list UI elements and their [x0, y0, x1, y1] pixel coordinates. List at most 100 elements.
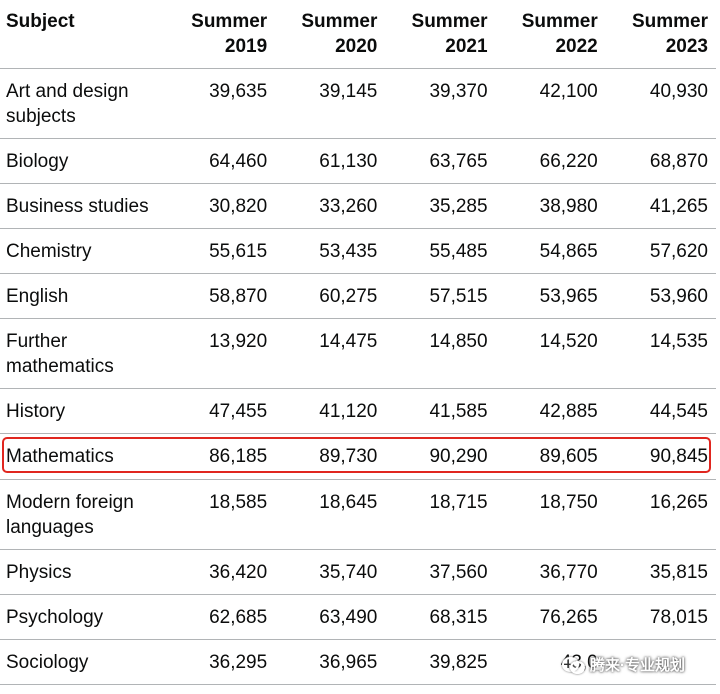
value-cell: 66,220	[495, 138, 606, 184]
header-label: Summer	[301, 11, 378, 32]
value-cell: 41,265	[605, 183, 716, 229]
table-row: Physics 36,420 35,740 37,560 36,770 35,8…	[0, 549, 716, 595]
value-cell: 39,635	[165, 68, 276, 139]
value-cell: 60,275	[275, 273, 386, 319]
header-label: Summer	[631, 11, 708, 32]
value-cell: 36,420	[165, 549, 276, 595]
value-cell: 68,870	[605, 138, 716, 184]
subject-cell: Mathematics	[0, 433, 165, 480]
value-cell: 63,490	[275, 594, 386, 640]
value-cell: 53,960	[605, 273, 716, 319]
subject-cell: Sociology	[0, 639, 165, 685]
value-cell: 18,715	[385, 479, 496, 550]
value-cell: 36,295	[165, 639, 276, 685]
value-cell: 35,740	[275, 549, 386, 595]
table-row: Modern foreign languages 18,585 18,645 1…	[0, 479, 716, 550]
value-cell: 37,560	[385, 549, 496, 595]
value-cell: 36,770	[495, 549, 606, 595]
header-summer-2021: Summer 2021	[385, 0, 496, 69]
value-cell: 35,285	[385, 183, 496, 229]
value-cell: 57,620	[605, 228, 716, 274]
value-cell: 57,515	[385, 273, 496, 319]
value-cell: 90,290	[385, 433, 496, 480]
value-cell: 14,535	[605, 318, 716, 389]
value-cell: 40,930	[605, 68, 716, 139]
table-header: Subject Summer 2019 Summer 2020 Summer 2…	[0, 0, 716, 69]
value-cell: 18,585	[165, 479, 276, 550]
value-cell: 89,730	[275, 433, 386, 480]
subject-cell: Psychology	[0, 594, 165, 640]
table-row: Biology 64,460 61,130 63,765 66,220 68,8…	[0, 138, 716, 184]
header-year: 2023	[665, 36, 708, 57]
value-cell: 42,100	[495, 68, 606, 139]
subject-cell: English	[0, 273, 165, 319]
value-cell: 54,865	[495, 228, 606, 274]
header-year: 2022	[555, 36, 598, 57]
value-cell: 39,145	[275, 68, 386, 139]
value-cell: 16,265	[605, 479, 716, 550]
value-cell: 35,815	[605, 549, 716, 595]
value-cell: 89,605	[495, 433, 606, 480]
value-cell: 55,615	[165, 228, 276, 274]
value-cell: 36,965	[275, 639, 386, 685]
value-cell: 76,265	[495, 594, 606, 640]
header-summer-2020: Summer 2020	[275, 0, 386, 69]
table-body: Art and design subjects 39,635 39,145 39…	[0, 68, 716, 685]
value-cell: 53,435	[275, 228, 386, 274]
chat-bubbles-icon	[562, 655, 585, 674]
value-cell: 39,370	[385, 68, 496, 139]
value-cell: 13,920	[165, 318, 276, 389]
header-label: Subject	[6, 11, 75, 32]
value-cell: 90,845	[605, 433, 716, 480]
header-subject: Subject	[0, 0, 165, 69]
subject-cell: Biology	[0, 138, 165, 184]
value-cell: 61,130	[275, 138, 386, 184]
table-row: Art and design subjects 39,635 39,145 39…	[0, 68, 716, 139]
subject-cell: History	[0, 388, 165, 434]
value-cell: 86,185	[165, 433, 276, 480]
table-row: Chemistry 55,615 53,435 55,485 54,865 57…	[0, 228, 716, 274]
value-cell: 47,455	[165, 388, 276, 434]
value-cell: 63,765	[385, 138, 496, 184]
watermark: 腾来·专业规划	[562, 650, 712, 678]
table-row: History 47,455 41,120 41,585 42,885 44,5…	[0, 388, 716, 434]
header-label: Summer	[191, 11, 268, 32]
table-row: Business studies 30,820 33,260 35,285 38…	[0, 183, 716, 229]
value-cell: 38,980	[495, 183, 606, 229]
subject-cell: Modern foreign languages	[0, 479, 165, 550]
header-summer-2022: Summer 2022	[495, 0, 606, 69]
value-cell: 44,545	[605, 388, 716, 434]
header-year: 2020	[335, 36, 378, 57]
value-cell: 14,850	[385, 318, 496, 389]
header-row: Subject Summer 2019 Summer 2020 Summer 2…	[0, 0, 716, 69]
subject-cell: Physics	[0, 549, 165, 595]
table-row: Psychology 62,685 63,490 68,315 76,265 7…	[0, 594, 716, 640]
table-row: English 58,870 60,275 57,515 53,965 53,9…	[0, 273, 716, 319]
subject-cell: Art and design subjects	[0, 68, 165, 139]
subject-cell: Business studies	[0, 183, 165, 229]
value-cell: 30,820	[165, 183, 276, 229]
value-cell: 78,015	[605, 594, 716, 640]
value-cell: 41,585	[385, 388, 496, 434]
value-cell: 62,685	[165, 594, 276, 640]
value-cell: 64,460	[165, 138, 276, 184]
value-cell: 41,120	[275, 388, 386, 434]
value-cell: 58,870	[165, 273, 276, 319]
header-label: Summer	[411, 11, 488, 32]
value-cell: 33,260	[275, 183, 386, 229]
header-year: 2019	[224, 36, 268, 57]
subject-cell: Chemistry	[0, 228, 165, 274]
header-summer-2019: Summer 2019	[165, 0, 276, 69]
table-row: Further mathematics 13,920 14,475 14,850…	[0, 318, 716, 389]
header-label: Summer	[521, 11, 598, 32]
header-summer-2023: Summer 2023	[605, 0, 716, 69]
value-cell: 42,885	[495, 388, 606, 434]
value-cell: 18,750	[495, 479, 606, 550]
header-year: 2021	[445, 36, 488, 57]
value-cell: 53,965	[495, 273, 606, 319]
value-cell: 68,315	[385, 594, 496, 640]
value-cell: 55,485	[385, 228, 496, 274]
value-cell: 14,520	[495, 318, 606, 389]
value-cell: 14,475	[275, 318, 386, 389]
watermark-text: 腾来·专业规划	[590, 656, 685, 674]
